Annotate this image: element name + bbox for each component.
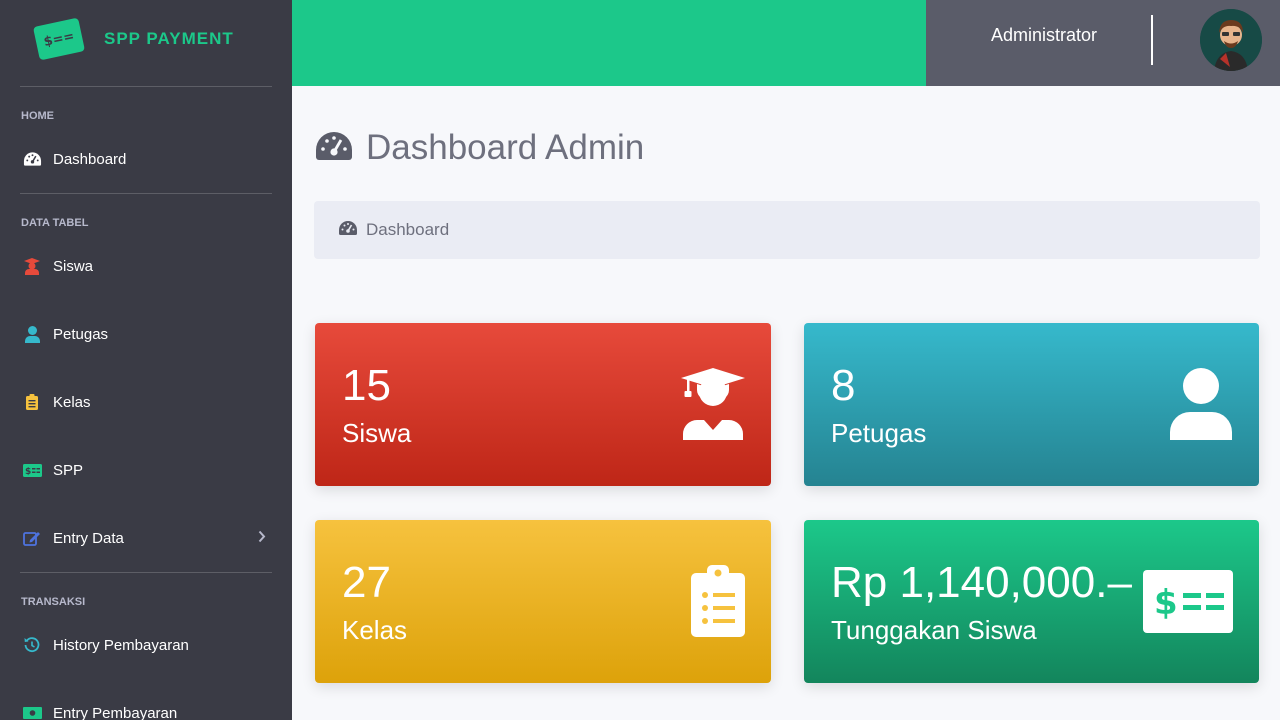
sidebar-divider — [20, 86, 272, 87]
svg-text:$: $ — [1154, 583, 1178, 623]
brand-name: SPP PAYMENT — [104, 29, 234, 48]
page-title: Dashboard Admin — [314, 128, 644, 168]
svg-text:$: $ — [25, 467, 31, 477]
stat-value: Rp 1,140,000.– — [831, 558, 1132, 607]
sidebar-item-label: SPP — [53, 461, 84, 479]
user-name: Administrator — [991, 25, 1098, 45]
graduate-icon — [22, 256, 42, 276]
tachometer-icon — [338, 220, 358, 241]
sidebar: $== SPP PAYMENT HOME Dashboard DATA TABE… — [0, 0, 292, 720]
breadcrumb-item-dashboard[interactable]: Dashboard — [366, 220, 449, 240]
stat-label: Petugas — [831, 418, 927, 448]
tachometer-icon — [22, 149, 42, 169]
stat-card-tunggakan-siswa[interactable]: Rp 1,140,000.– Tunggakan Siswa $ — [804, 520, 1259, 683]
section-heading-home: HOME — [21, 110, 54, 122]
sidebar-item-label: Petugas — [53, 325, 109, 343]
user-menu[interactable]: Administrator — [926, 0, 1280, 86]
money-card-icon: $ — [1143, 570, 1233, 638]
sidebar-item-label: History Pembayaran — [53, 636, 189, 654]
breadcrumb: Dashboard — [314, 201, 1260, 259]
brand-logo-icon: $== — [32, 17, 86, 61]
stat-value: 27 — [342, 558, 391, 607]
sidebar-item-label: Dashboard — [53, 150, 127, 168]
graduate-icon — [681, 368, 745, 445]
money-card-icon: $ — [22, 460, 42, 480]
edit-icon — [22, 528, 42, 548]
sidebar-divider — [20, 193, 272, 194]
sidebar-item-label: Kelas — [53, 393, 91, 411]
sidebar-item-kelas[interactable]: Kelas — [0, 390, 292, 414]
tachometer-icon — [314, 130, 354, 167]
user-icon — [1169, 368, 1233, 445]
stat-value: 8 — [831, 361, 856, 410]
sidebar-item-label: Entry Data — [53, 529, 124, 547]
brand[interactable]: $== SPP PAYMENT — [0, 0, 292, 78]
sidebar-item-entry-data[interactable]: Entry Data — [0, 526, 292, 550]
history-icon — [22, 635, 42, 655]
sidebar-item-history-pembayaran[interactable]: History Pembayaran — [0, 633, 292, 657]
money-bill-icon — [22, 703, 42, 720]
stat-card-siswa[interactable]: 15 Siswa — [315, 323, 771, 486]
avatar[interactable] — [1200, 9, 1262, 71]
sidebar-item-label: Entry Pembayaran — [53, 704, 178, 720]
chevron-right-icon[interactable] — [258, 530, 266, 547]
stat-label: Siswa — [342, 418, 412, 448]
clipboard-icon — [22, 392, 42, 412]
stat-value: 15 — [342, 361, 391, 410]
section-heading-data-tabel: DATA TABEL — [21, 217, 89, 229]
stat-label: Tunggakan Siswa — [831, 615, 1037, 645]
page-title-text: Dashboard Admin — [366, 128, 645, 167]
stat-card-petugas[interactable]: 8 Petugas — [804, 323, 1259, 486]
stat-card-kelas[interactable]: 27 Kelas — [315, 520, 771, 683]
sidebar-item-petugas[interactable]: Petugas — [0, 322, 292, 346]
sidebar-item-siswa[interactable]: Siswa — [0, 254, 292, 278]
sidebar-item-spp[interactable]: $ SPP — [0, 458, 292, 482]
topbar-divider — [1151, 15, 1153, 65]
sidebar-item-entry-pembayaran[interactable]: Entry Pembayaran — [0, 701, 292, 720]
stat-label: Kelas — [342, 615, 408, 645]
sidebar-item-dashboard[interactable]: Dashboard — [0, 147, 292, 171]
topbar — [292, 0, 926, 86]
user-icon — [22, 324, 42, 344]
sidebar-divider — [20, 572, 272, 573]
clipboard-icon — [691, 565, 745, 642]
section-heading-transaksi: TRANSAKSI — [21, 596, 86, 608]
sidebar-item-label: Siswa — [53, 257, 94, 275]
